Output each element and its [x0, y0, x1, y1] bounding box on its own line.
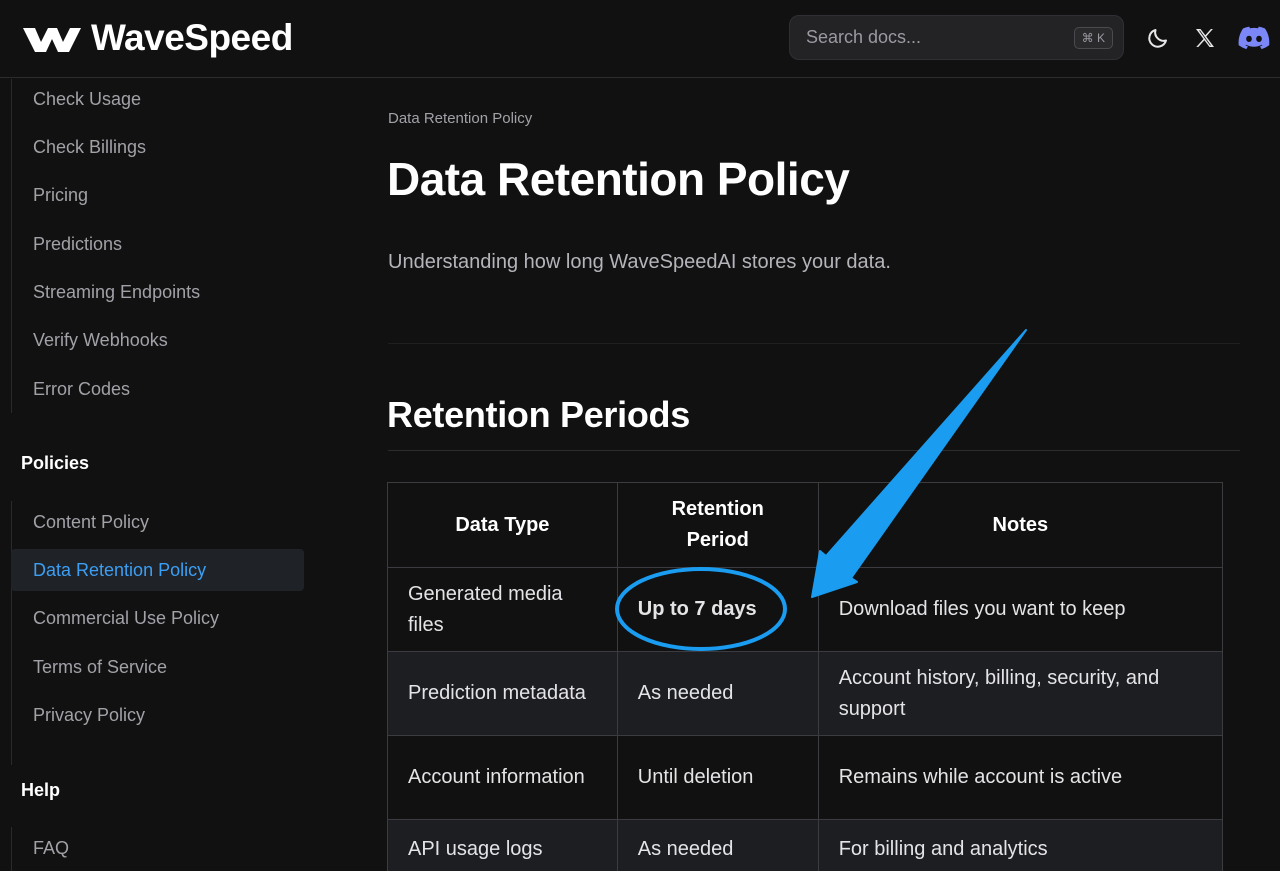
sidebar-item-check-usage[interactable]: Check Usage	[11, 78, 304, 120]
search-shortcut-badge: ⌘ K	[1073, 27, 1113, 49]
top-bar: WaveSpeed ⌘ K	[0, 0, 1280, 78]
logo-text: WaveSpeed	[91, 17, 293, 58]
x-icon[interactable]	[1189, 22, 1221, 54]
table-cell-retention-period: Until deletion	[616, 735, 819, 820]
table-row: Generated media files Up to 7 days Downl…	[387, 567, 1224, 652]
page-subtitle: Understanding how long WaveSpeedAI store…	[388, 251, 891, 273]
table-row: Prediction metadata As needed Account hi…	[387, 651, 1224, 736]
divider	[388, 450, 1240, 451]
table-row: API usage logs As needed For billing and…	[387, 819, 1224, 871]
table-cell-retention-period: As needed	[616, 651, 819, 736]
moon-icon[interactable]	[1142, 22, 1174, 54]
breadcrumb[interactable]: Data Retention Policy	[388, 110, 532, 127]
column-header-retention-period: Retention Period	[616, 482, 819, 568]
sidebar-heading-help: Help	[21, 780, 61, 800]
sidebar-item-pricing[interactable]: Pricing	[11, 174, 304, 216]
search-input[interactable]	[790, 16, 1070, 59]
table-cell-retention-period: As needed	[616, 819, 819, 871]
discord-icon[interactable]	[1238, 22, 1270, 54]
sidebar-item-streaming-endpoints[interactable]: Streaming Endpoints	[11, 271, 304, 313]
sidebar-item-data-retention-policy[interactable]: Data Retention Policy	[11, 549, 304, 591]
table-cell-data-type: Account information	[387, 735, 618, 820]
table-cell-retention-period: Up to 7 days	[616, 567, 819, 652]
sidebar-item-verify-webhooks[interactable]: Verify Webhooks	[11, 319, 304, 361]
logo[interactable]: WaveSpeed	[21, 18, 293, 58]
section-title-retention-periods: Retention Periods	[387, 394, 690, 435]
wavespeed-logo-icon	[23, 28, 81, 52]
sidebar-item-content-policy[interactable]: Content Policy	[11, 501, 304, 543]
table-cell-notes: Remains while account is active	[817, 735, 1224, 820]
sidebar-item-commercial-use-policy[interactable]: Commercial Use Policy	[11, 597, 304, 639]
sidebar-item-terms-of-service[interactable]: Terms of Service	[11, 646, 304, 688]
sidebar-heading-policies: Policies	[21, 453, 90, 473]
divider	[388, 343, 1240, 344]
table-cell-notes: Download files you want to keep	[817, 567, 1224, 652]
table-cell-data-type: Prediction metadata	[387, 651, 618, 736]
search-box[interactable]: ⌘ K	[789, 15, 1124, 60]
table-cell-notes: For billing and analytics	[817, 819, 1224, 871]
table-row: Account information Until deletion Remai…	[387, 735, 1224, 820]
column-header-data-type: Data Type	[387, 482, 618, 568]
table-cell-data-type: Generated media files	[387, 567, 618, 652]
sidebar: Check Usage Check Billings Pricing Predi…	[0, 79, 320, 871]
page-title: Data Retention Policy	[387, 153, 850, 205]
sidebar-item-privacy-policy[interactable]: Privacy Policy	[11, 694, 304, 736]
table-header-row: Data Type Retention Period Notes	[387, 482, 1224, 568]
sidebar-item-faq[interactable]: FAQ	[11, 827, 304, 869]
retention-table: Data Type Retention Period Notes Generat…	[387, 482, 1224, 871]
column-header-notes: Notes	[817, 482, 1224, 568]
sidebar-item-predictions[interactable]: Predictions	[11, 223, 304, 265]
sidebar-item-error-codes[interactable]: Error Codes	[11, 368, 304, 410]
table-cell-notes: Account history, billing, security, and …	[817, 651, 1224, 736]
table-cell-data-type: API usage logs	[387, 819, 618, 871]
sidebar-item-check-billings[interactable]: Check Billings	[11, 126, 304, 168]
